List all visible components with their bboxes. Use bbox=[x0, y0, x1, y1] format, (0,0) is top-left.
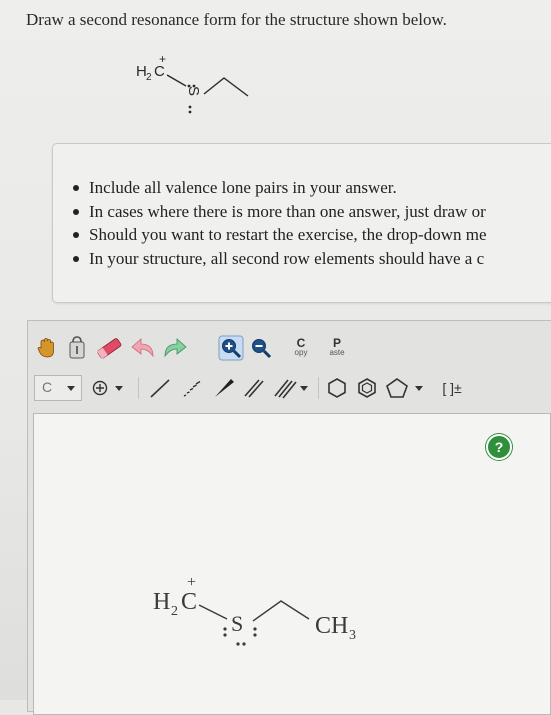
paste-rest: aste bbox=[329, 348, 345, 357]
hand-icon bbox=[37, 338, 54, 358]
paste-button[interactable]: P aste bbox=[322, 333, 352, 363]
triple-bond-icon bbox=[274, 379, 308, 399]
bullet bbox=[73, 208, 79, 215]
eraser-tool-button[interactable] bbox=[94, 333, 124, 363]
zoom-out-icon bbox=[252, 339, 272, 359]
wedge-bond-icon bbox=[215, 379, 234, 397]
given-charge: + bbox=[159, 52, 166, 66]
instruction-text: Should you want to restart the exercise,… bbox=[89, 225, 487, 244]
drawn-lone-pair-dot bbox=[223, 633, 227, 637]
lasso-icon bbox=[69, 336, 85, 359]
given-ethyl-bonds bbox=[203, 77, 249, 97]
redo-button[interactable] bbox=[160, 333, 190, 363]
lasso-tool-button[interactable] bbox=[64, 333, 90, 363]
paste-letter: P bbox=[332, 336, 341, 350]
instruction-text: In cases where there is more than one an… bbox=[89, 201, 486, 221]
bullet bbox=[73, 185, 79, 191]
drawn-structure: H 2 C + S CH 3 bbox=[153, 574, 356, 646]
instruction-item: In cases where there is more than one an… bbox=[73, 200, 551, 224]
redo-icon bbox=[164, 338, 187, 358]
given-lone-pair-dot bbox=[188, 110, 192, 114]
instruction-text: In your structure, all second row elemen… bbox=[89, 248, 485, 268]
instruction-item: Include all valence lone pairs in your a… bbox=[73, 176, 551, 200]
given-lone-pair-dot bbox=[188, 105, 192, 109]
drawn-c-label: C bbox=[181, 589, 197, 615]
hashed-bond-icon bbox=[183, 380, 201, 397]
drawn-lone-pair-dot bbox=[223, 627, 227, 631]
drawn-bond-c-s bbox=[198, 604, 228, 620]
drawn-lone-pair-dot bbox=[253, 627, 257, 631]
zoom-in-button[interactable] bbox=[218, 333, 244, 363]
given-structure: H 2 C + S bbox=[136, 52, 249, 114]
drawn-s-label: S bbox=[231, 611, 243, 636]
bullet bbox=[73, 232, 79, 238]
copy-letter: C bbox=[296, 336, 306, 350]
toolbar-row-top: C opy P aste bbox=[28, 333, 551, 363]
hash-bond-button[interactable] bbox=[178, 373, 206, 403]
given-h-subscript: 2 bbox=[146, 72, 152, 83]
separator bbox=[318, 377, 319, 399]
bracket-tool-button[interactable]: [ ]± bbox=[434, 373, 470, 403]
drawn-lone-pair-dot bbox=[253, 633, 257, 637]
benzene-ring-button[interactable] bbox=[324, 373, 350, 403]
pentagon-ring-button[interactable] bbox=[384, 373, 428, 403]
charge-tool-button[interactable] bbox=[88, 373, 128, 403]
drawn-methyl-label: CH bbox=[315, 613, 348, 639]
bracket-label: [ ]± bbox=[442, 380, 462, 396]
pentagon-icon bbox=[386, 378, 423, 398]
instruction-text: Include all valence lone pairs in your a… bbox=[89, 178, 397, 197]
undo-icon bbox=[131, 338, 154, 358]
question-text: Draw a second resonance form for the str… bbox=[26, 10, 447, 29]
toolbar-row-bottom: C []± bbox=[28, 373, 551, 403]
drawn-h-subscript: 2 bbox=[171, 604, 178, 619]
eraser-icon bbox=[97, 338, 122, 359]
double-bond-button[interactable] bbox=[240, 373, 268, 403]
drawn-charge: + bbox=[187, 574, 196, 591]
element-select-value: C bbox=[42, 379, 53, 395]
hexagon-icon bbox=[328, 378, 346, 398]
single-bond-icon bbox=[150, 379, 170, 398]
drawn-methyl-subscript: 3 bbox=[349, 628, 356, 643]
copy-rest: opy bbox=[294, 348, 308, 357]
instruction-item: Should you want to restart the exercise,… bbox=[73, 223, 551, 247]
given-lone-pair-dot bbox=[187, 84, 191, 88]
drawn-lone-pair-dot bbox=[242, 642, 246, 646]
benzene-icon bbox=[358, 378, 376, 398]
zoom-in-icon bbox=[218, 335, 244, 361]
copy-button[interactable]: C opy bbox=[286, 333, 316, 363]
wedge-bond-button[interactable] bbox=[210, 373, 238, 403]
undo-button[interactable] bbox=[128, 333, 158, 363]
structure-editor: C opy P aste C []± ? H 2 C + S CH 3 bbox=[27, 320, 551, 715]
instructions-panel: Include all valence lone pairs in your a… bbox=[52, 143, 551, 303]
page: Draw a second resonance form for the str… bbox=[0, 0, 551, 715]
chevron-down-icon bbox=[67, 386, 75, 391]
given-lone-pair-dot bbox=[192, 84, 196, 88]
zoom-out-button[interactable] bbox=[248, 333, 274, 363]
double-bond-icon bbox=[244, 379, 264, 398]
single-bond-button[interactable] bbox=[146, 373, 174, 403]
separator bbox=[138, 377, 139, 399]
given-s-label: S bbox=[185, 86, 202, 96]
drawn-ethyl-bonds bbox=[252, 600, 310, 622]
help-icon[interactable]: ? bbox=[486, 434, 512, 460]
hand-tool-button[interactable] bbox=[34, 333, 60, 363]
drawing-canvas[interactable]: ? H 2 C + S CH 3 bbox=[33, 413, 551, 715]
given-bond-c-s bbox=[166, 74, 187, 87]
drawn-lone-pair-dot bbox=[236, 642, 240, 646]
plus-charge-icon bbox=[92, 380, 123, 396]
cyclohexane-ring-button[interactable] bbox=[354, 373, 380, 403]
instruction-item: In your structure, all second row elemen… bbox=[73, 247, 551, 271]
element-select[interactable]: C bbox=[34, 375, 82, 401]
drawn-h-label: H bbox=[153, 589, 170, 615]
bullet bbox=[73, 255, 79, 262]
triple-bond-button[interactable] bbox=[272, 373, 310, 403]
